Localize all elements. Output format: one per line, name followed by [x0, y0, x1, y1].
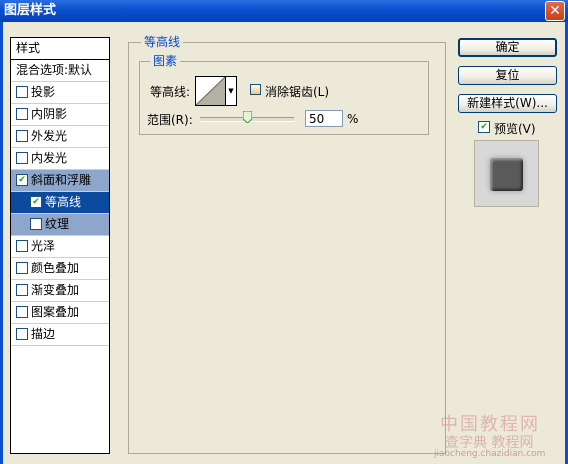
window-frame-left	[0, 22, 3, 464]
style-item-label: 光泽	[31, 239, 56, 253]
style-preview-swatch	[490, 158, 523, 191]
style-item-inner-glow[interactable]: 内发光	[11, 148, 109, 170]
style-item-pattern-overlay[interactable]: 图案叠加	[11, 302, 109, 324]
style-item-satin[interactable]: 光泽	[11, 236, 109, 258]
range-unit: %	[347, 112, 359, 126]
style-item-label: 纹理	[45, 217, 70, 231]
style-item-label: 图案叠加	[31, 305, 80, 319]
contour-dropdown-button[interactable]: ▼	[226, 76, 237, 106]
range-input[interactable]	[305, 110, 343, 127]
window-title: 图层样式	[4, 3, 57, 18]
style-item-checkbox[interactable]	[16, 151, 28, 164]
style-item-checkbox[interactable]	[16, 261, 28, 274]
style-item-inner-shadow[interactable]: 内阴影	[11, 104, 109, 126]
blend-options-label: 混合选项:默认	[16, 63, 93, 77]
close-icon: ✕	[549, 3, 561, 19]
style-item-drop-shadow[interactable]: 投影	[11, 82, 109, 104]
style-item-checkbox[interactable]	[16, 85, 28, 98]
preview-label[interactable]: 预览(V)	[494, 120, 536, 137]
anti-alias-label[interactable]: 消除锯齿(L)	[265, 83, 329, 100]
style-list-header-label: 样式	[16, 41, 41, 55]
range-slider-thumb[interactable]	[243, 111, 252, 123]
style-item-color-overlay[interactable]: 颜色叠加	[11, 258, 109, 280]
style-item-label: 内发光	[31, 151, 68, 165]
style-item-outer-glow[interactable]: 外发光	[11, 126, 109, 148]
style-list-header[interactable]: 样式	[11, 38, 109, 60]
preview-checkbox[interactable]: ✔	[478, 121, 490, 133]
style-item-checkbox[interactable]	[16, 239, 28, 252]
style-item-gradient-overlay[interactable]: 渐变叠加	[11, 280, 109, 302]
style-item-checkbox[interactable]	[16, 129, 28, 142]
style-item-checkbox[interactable]	[30, 217, 42, 230]
ok-button[interactable]: 确定	[458, 38, 557, 57]
style-item-bevel-emboss[interactable]: ✔ 斜面和浮雕	[11, 170, 109, 192]
new-style-button[interactable]: 新建样式(W)...	[458, 94, 557, 113]
contour-curve-icon	[196, 77, 225, 105]
contour-label: 等高线:	[150, 85, 191, 99]
style-preview-thumbnail	[474, 140, 539, 207]
style-item-checkbox[interactable]	[16, 107, 28, 120]
range-label: 范围(R):	[147, 113, 193, 127]
watermark-line3: jiaocheng.chazidian.com	[434, 449, 546, 459]
style-item-label: 斜面和浮雕	[31, 173, 92, 187]
style-item-checkbox[interactable]: ✔	[16, 173, 28, 186]
style-item-label: 颜色叠加	[31, 261, 80, 275]
style-item-label: 投影	[31, 85, 56, 99]
contour-preview[interactable]	[195, 76, 226, 106]
style-item-checkbox[interactable]	[16, 305, 28, 318]
style-item-stroke[interactable]: 描边	[11, 324, 109, 346]
title-bar: 图层样式 ✕	[0, 0, 568, 22]
elements-group-title: 图素	[150, 54, 181, 68]
style-item-label: 描边	[31, 327, 56, 341]
chevron-down-icon: ▼	[228, 87, 234, 95]
contour-group-title: 等高线	[141, 35, 184, 49]
style-item-label: 等高线	[45, 195, 82, 209]
style-item-checkbox[interactable]	[16, 327, 28, 340]
style-item-label: 外发光	[31, 129, 68, 143]
style-item-label: 内阴影	[31, 107, 68, 121]
blend-options-item[interactable]: 混合选项:默认	[11, 60, 109, 82]
style-item-texture[interactable]: 纹理	[11, 214, 109, 236]
reset-button[interactable]: 复位	[458, 66, 557, 85]
close-button[interactable]: ✕	[545, 1, 565, 21]
style-item-checkbox[interactable]: ✔	[30, 195, 42, 208]
style-list: 样式 混合选项:默认 投影 内阴影 外发光 内发光 ✔ 斜面和浮雕 ✔ 等高线 纹理…	[10, 37, 110, 454]
style-item-checkbox[interactable]	[16, 283, 28, 296]
style-item-label: 渐变叠加	[31, 283, 80, 297]
anti-alias-checkbox[interactable]	[250, 84, 261, 95]
style-item-contour[interactable]: ✔ 等高线	[11, 192, 109, 214]
